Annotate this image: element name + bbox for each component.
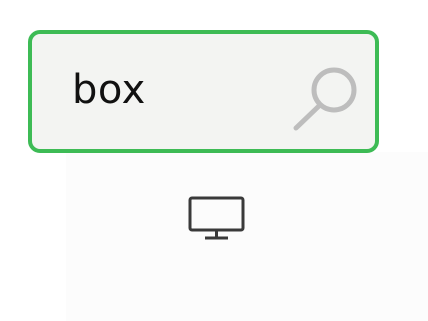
monitor-icon (188, 196, 245, 240)
search-icon[interactable] (293, 63, 363, 133)
search-box[interactable]: box (28, 30, 379, 153)
background-panel (66, 152, 428, 321)
page: box (0, 0, 428, 321)
search-input-text[interactable]: box (72, 66, 146, 114)
